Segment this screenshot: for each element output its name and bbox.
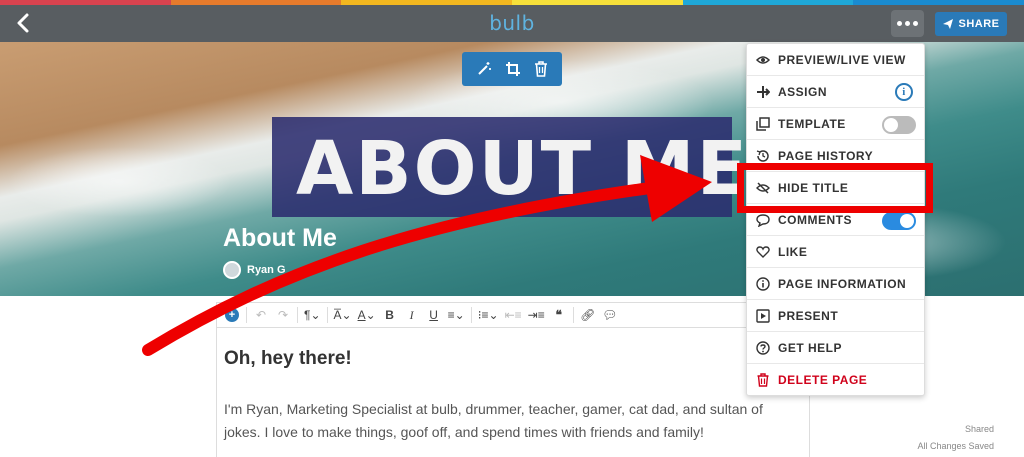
bullet-list-icon: ⁝≡⌄: [477, 308, 499, 322]
underline-icon: U: [429, 308, 438, 322]
present-icon: [756, 308, 770, 323]
author-name: Ryan G: [247, 264, 286, 276]
menu-item-label: PAGE INFORMATION: [778, 276, 907, 291]
info-icon[interactable]: i: [895, 83, 913, 101]
underline-button[interactable]: U: [423, 303, 445, 327]
info-circle-icon: [756, 276, 770, 291]
cover-image-toolbar: [462, 52, 562, 86]
editor-content[interactable]: Oh, hey there! I'm Ryan, Marketing Speci…: [216, 328, 810, 457]
link-button[interactable]: 🔗︎: [577, 303, 599, 327]
menu-item-label: PAGE HISTORY: [778, 148, 874, 163]
comment-icon: 💬︎: [602, 308, 618, 322]
indent-icon: ⇥≡: [527, 308, 545, 322]
menu-item-present[interactable]: PRESENT: [747, 300, 924, 332]
menu-item-like[interactable]: LIKE: [747, 236, 924, 268]
redo-icon: ↷: [277, 308, 289, 322]
italic-button[interactable]: I: [401, 303, 423, 327]
outdent-button[interactable]: ⇤≡: [502, 303, 525, 327]
menu-item-label: PRESENT: [778, 308, 839, 323]
saved-status: All Changes Saved: [917, 441, 994, 451]
menu-item-preview[interactable]: PREVIEW/LIVE VIEW: [747, 44, 924, 76]
italic-icon: I: [409, 307, 414, 322]
menu-item-delete-page[interactable]: DELETE PAGE: [747, 364, 924, 396]
menu-item-label: LIKE: [778, 244, 808, 259]
template-icon: [756, 116, 770, 131]
shared-status: Shared: [964, 424, 994, 434]
undo-button[interactable]: ↶: [250, 303, 272, 327]
paragraph-style-button[interactable]: ¶⌄: [301, 303, 324, 327]
paragraph-icon: ¶⌄: [304, 308, 321, 322]
comment-icon: [756, 213, 770, 227]
bold-icon: B: [385, 308, 394, 322]
align-left-icon: ≡⌄: [447, 308, 465, 322]
dot-icon: [913, 21, 918, 26]
font-color-icon: A: [357, 308, 366, 322]
trash-icon[interactable]: [534, 61, 548, 77]
comment-button[interactable]: 💬︎: [599, 303, 621, 327]
indent-button[interactable]: ⇥≡: [525, 303, 548, 327]
menu-item-assign[interactable]: ASSIGN i: [747, 76, 924, 108]
banner-text: ABOUT ME: [296, 126, 750, 212]
dot-icon: [897, 21, 902, 26]
menu-item-label: COMMENTS: [778, 212, 852, 227]
dot-icon: [905, 21, 910, 26]
menu-item-page-information[interactable]: PAGE INFORMATION: [747, 268, 924, 300]
annotation-highlight-box: [737, 163, 933, 213]
eye-icon: [756, 53, 770, 67]
quote-button[interactable]: ❝: [548, 303, 570, 327]
toolbar-divider: [470, 307, 472, 323]
toolbar-divider: [246, 307, 247, 323]
share-button[interactable]: SHARE: [935, 12, 1007, 36]
menu-item-get-help[interactable]: GET HELP: [747, 332, 924, 364]
author[interactable]: Ryan G: [223, 261, 286, 279]
menu-item-label: ASSIGN: [778, 84, 828, 99]
content-heading[interactable]: Oh, hey there!: [224, 348, 352, 370]
editor-toolbar: + ↶ ↷ ¶⌄ A̅⌄ A ⌄ B I U ≡⌄ ⁝≡⌄ ⇤≡ ⇥≡ ❝ 🔗︎ …: [216, 302, 810, 328]
save-status: Shared All Changes Saved: [917, 421, 994, 455]
menu-item-label: GET HELP: [778, 340, 843, 355]
page-title[interactable]: About Me: [223, 224, 337, 253]
toolbar-divider: [326, 307, 328, 323]
plus-icon: +: [225, 308, 239, 322]
redo-button[interactable]: ↷: [272, 303, 294, 327]
menu-item-label: DELETE PAGE: [778, 373, 868, 387]
more-options-button[interactable]: [891, 10, 924, 37]
magic-wand-icon[interactable]: [476, 61, 492, 77]
font-color-button[interactable]: A ⌄: [355, 303, 379, 327]
heart-icon: [756, 245, 770, 259]
avatar: [223, 261, 241, 279]
text-size-button[interactable]: A̅⌄: [331, 303, 355, 327]
help-icon: [756, 340, 770, 355]
assign-icon: [756, 85, 770, 99]
align-button[interactable]: ≡⌄: [445, 303, 468, 327]
history-icon: [756, 149, 770, 163]
quote-icon: ❝: [555, 308, 562, 322]
undo-icon: ↶: [255, 308, 267, 322]
toolbar-divider: [572, 307, 574, 323]
logo: bulb: [489, 11, 535, 35]
bold-button[interactable]: B: [379, 303, 401, 327]
comments-toggle[interactable]: [882, 212, 916, 230]
outdent-icon: ⇤≡: [504, 308, 522, 322]
share-label: SHARE: [958, 18, 1000, 30]
crop-icon[interactable]: [505, 61, 521, 77]
menu-item-label: TEMPLATE: [778, 116, 846, 131]
toolbar-divider: [297, 307, 298, 323]
trash-icon: [756, 373, 770, 387]
page-options-menu: PREVIEW/LIVE VIEW ASSIGN i TEMPLATE PAGE…: [746, 43, 925, 396]
bullet-list-button[interactable]: ⁝≡⌄: [475, 303, 502, 327]
menu-item-label: PREVIEW/LIVE VIEW: [778, 52, 906, 67]
top-bar: bulb SHARE: [0, 5, 1024, 42]
template-toggle[interactable]: [882, 116, 916, 134]
text-size-icon: A̅⌄: [333, 308, 352, 322]
paper-plane-icon: [943, 19, 954, 29]
content-paragraph[interactable]: I'm Ryan, Marketing Specialist at bulb, …: [224, 398, 802, 444]
menu-item-template[interactable]: TEMPLATE: [747, 108, 924, 140]
link-icon: 🔗︎: [580, 308, 596, 322]
add-block-button[interactable]: +: [221, 303, 243, 327]
